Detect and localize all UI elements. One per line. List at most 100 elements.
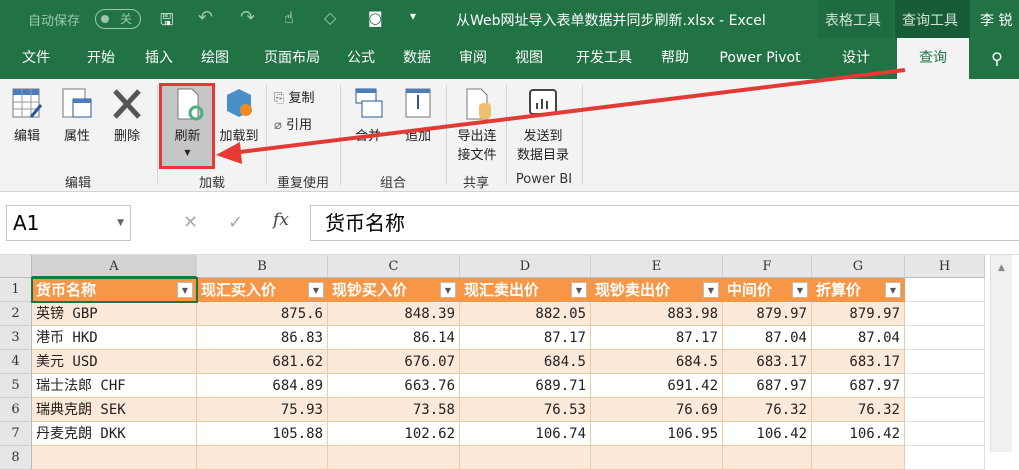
table-header-cell[interactable]: 折算价 ▼ [812,278,905,302]
tab-home[interactable]: 开始 [76,38,126,79]
table-cell[interactable]: 883.98 [591,302,723,326]
table-cell[interactable]: 87.17 [591,326,723,350]
row-header[interactable]: 7 [0,422,32,446]
tab-review[interactable]: 审阅 [448,38,498,79]
table-cell[interactable] [32,446,197,470]
table-cell[interactable]: 875.6 [197,302,328,326]
table-cell[interactable]: 691.42 [591,374,723,398]
table-cell[interactable] [460,446,591,470]
edit-button[interactable]: 编辑 [6,87,48,144]
table-cell[interactable]: 75.93 [197,398,328,422]
export-connection-button[interactable]: 导出连 接文件 [450,87,504,163]
user-name[interactable]: 李 锐 [980,10,1012,30]
column-header[interactable]: H [905,255,985,278]
row-header[interactable]: 4 [0,350,32,374]
table-cell[interactable]: 106.74 [460,422,591,446]
table-cell[interactable] [905,350,985,374]
row-header[interactable]: 6 [0,398,32,422]
filter-dropdown-icon[interactable]: ▼ [885,282,901,298]
table-cell[interactable]: 87.17 [460,326,591,350]
table-cell[interactable] [591,446,723,470]
customize-qat-icon[interactable]: ▾ [410,9,416,23]
table-cell[interactable]: 106.42 [723,422,812,446]
table-cell[interactable]: 87.04 [812,326,905,350]
row-header[interactable]: 2 [0,302,32,326]
select-all-button[interactable] [0,255,32,278]
autosave-toggle[interactable]: 关 [95,9,141,29]
table-cell[interactable] [905,326,985,350]
table-header-cell[interactable]: 现钞买入价 ▼ [328,278,460,302]
table-cell[interactable]: 106.95 [591,422,723,446]
table-cell[interactable]: 瑞典克朗 SEK [32,398,197,422]
tab-data[interactable]: 数据 [392,38,442,79]
merge-button[interactable]: 合并 [346,87,390,144]
undo-icon[interactable]: ↶ [198,7,213,28]
tab-formulas[interactable]: 公式 [336,38,386,79]
row-header[interactable]: 8 [0,446,32,470]
column-header[interactable]: C [328,255,460,278]
reference-button[interactable]: ⌀ 引用 [274,114,312,133]
table-cell[interactable]: 687.97 [812,374,905,398]
table-cell[interactable]: 丹麦克朗 DKK [32,422,197,446]
table-cell[interactable] [328,446,460,470]
column-header[interactable]: B [197,255,328,278]
filter-dropdown-icon[interactable]: ▼ [571,282,587,298]
row-header[interactable]: 1 [0,278,32,302]
column-header[interactable]: E [591,255,723,278]
filter-dropdown-icon[interactable]: ▼ [792,282,808,298]
properties-button[interactable]: 属性 [56,87,98,144]
filter-dropdown-icon[interactable]: ▼ [703,282,719,298]
table-cell[interactable]: 882.05 [460,302,591,326]
formula-input[interactable]: 货币名称 [310,205,1019,241]
table-cell[interactable]: 76.69 [591,398,723,422]
table-header-cell[interactable]: 中间价 ▼ [723,278,812,302]
table-cell[interactable]: 879.97 [723,302,812,326]
table-cell[interactable]: 684.89 [197,374,328,398]
table-cell[interactable]: 102.62 [328,422,460,446]
row-header[interactable]: 5 [0,374,32,398]
table-cell[interactable] [905,374,985,398]
filter-dropdown-icon[interactable]: ▼ [440,282,456,298]
table-cell[interactable]: 683.17 [723,350,812,374]
table-cell[interactable]: 681.62 [197,350,328,374]
table-cell[interactable]: 689.71 [460,374,591,398]
vertical-scrollbar[interactable]: ▲ [990,255,1012,452]
tab-view[interactable]: 视图 [504,38,554,79]
touch-mode-icon[interactable]: ☝ [284,8,294,27]
tab-power-pivot[interactable]: Power Pivot [710,38,810,79]
table-cell[interactable]: 86.14 [328,326,460,350]
table-cell[interactable]: 848.39 [328,302,460,326]
table-cell[interactable]: 86.83 [197,326,328,350]
column-header[interactable]: A [32,255,197,278]
copy-button[interactable]: ⎘ 复制 [274,87,315,106]
load-to-button[interactable]: 加载到 [214,87,264,144]
tab-query[interactable]: 查询 [897,38,969,79]
table-cell[interactable]: 76.32 [812,398,905,422]
column-header[interactable]: F [723,255,812,278]
table-cell[interactable] [905,302,985,326]
search-icon[interactable]: ⚲ [982,38,1012,79]
table-cell[interactable]: 879.97 [812,302,905,326]
enter-icon[interactable]: ✓ [228,212,243,233]
table-cell[interactable]: 76.53 [460,398,591,422]
camera-icon[interactable]: ◙ [368,9,383,27]
tab-page-layout[interactable]: 页面布局 [252,38,332,79]
column-header[interactable]: G [812,255,905,278]
append-button[interactable]: 追加 [396,87,440,144]
row-header[interactable]: 3 [0,326,32,350]
table-cell[interactable] [905,422,985,446]
delete-button[interactable]: 删除 [106,87,148,144]
tab-file[interactable]: 文件 [8,38,64,79]
name-box[interactable]: A1 ▼ [6,205,131,241]
table-cell[interactable] [905,446,985,470]
table-cell[interactable]: 87.04 [723,326,812,350]
table-header-cell[interactable]: 现汇买入价 ▼ [197,278,328,302]
table-cell[interactable] [905,398,985,422]
tab-design[interactable]: 设计 [826,38,886,79]
tab-help[interactable]: 帮助 [650,38,700,79]
table-cell[interactable]: 684.5 [591,350,723,374]
column-header[interactable]: D [460,255,591,278]
table-cell[interactable] [197,446,328,470]
table-cell[interactable]: 英镑 GBP [32,302,197,326]
table-cell[interactable] [723,446,812,470]
